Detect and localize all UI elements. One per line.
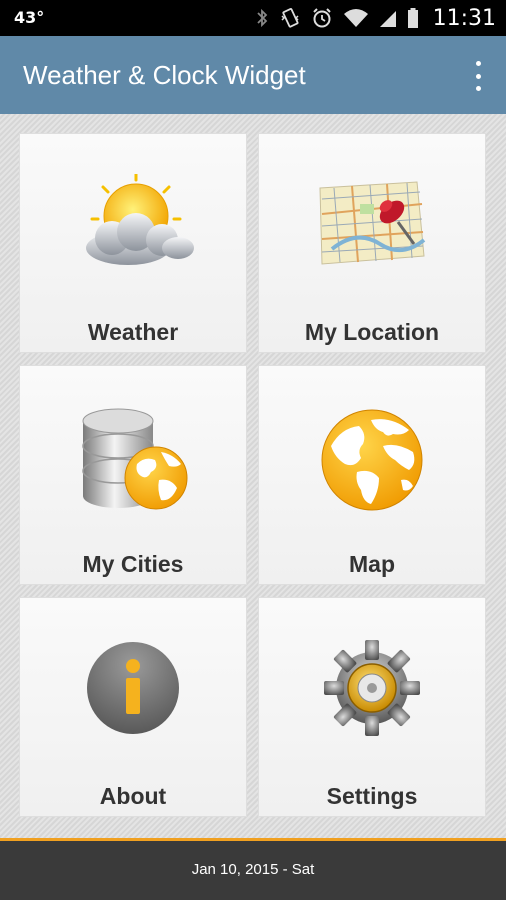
status-bar: 43° 11:31	[0, 0, 506, 36]
wifi-icon	[343, 7, 369, 29]
status-icons: 11:31	[255, 3, 496, 33]
database-globe-icon	[73, 406, 193, 521]
map-tile[interactable]: Map	[258, 365, 486, 585]
more-vert-icon[interactable]	[472, 61, 484, 91]
weather-sun-cloud-icon	[68, 172, 198, 279]
my-location-tile[interactable]: My Location	[258, 133, 486, 353]
about-label: About	[99, 783, 167, 809]
gear-icon	[322, 638, 422, 743]
status-time: 11:31	[432, 5, 496, 31]
weather-tile[interactable]: Weather	[19, 133, 247, 353]
bluetooth-icon	[255, 7, 269, 29]
my-cities-label: My Cities	[82, 551, 184, 577]
app-title: Weather & Clock Widget	[23, 60, 306, 90]
settings-label: Settings	[326, 783, 418, 809]
about-tile[interactable]: About	[19, 597, 247, 817]
menu-grid: Weather My Location My Cities Map About …	[0, 114, 506, 838]
signal-icon	[379, 7, 397, 29]
vibrate-icon	[279, 7, 301, 29]
app-bar: Weather & Clock Widget	[0, 36, 506, 114]
info-icon	[83, 638, 183, 743]
my-cities-tile[interactable]: My Cities	[19, 365, 247, 585]
footer-bar: Jan 10, 2015 - Sat	[0, 841, 506, 900]
map-label: Map	[349, 551, 395, 577]
map-pin-icon	[312, 174, 432, 274]
alarm-icon	[311, 7, 333, 29]
my-location-label: My Location	[304, 319, 440, 345]
status-temperature: 43°	[14, 8, 45, 27]
globe-icon	[317, 406, 427, 521]
settings-tile[interactable]: Settings	[258, 597, 486, 817]
battery-icon	[407, 7, 419, 29]
footer-date: Jan 10, 2015 - Sat	[191, 861, 315, 878]
weather-label: Weather	[87, 319, 179, 345]
